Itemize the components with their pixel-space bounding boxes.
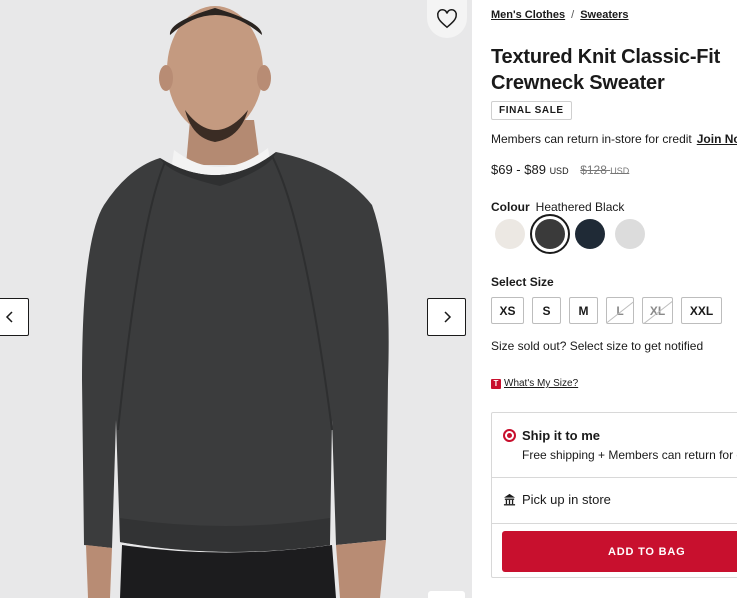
original-price: $128 USD (580, 163, 629, 177)
original-price-value: $128 (580, 163, 607, 177)
select-size-label: Select Size (491, 275, 554, 289)
store-icon (503, 493, 516, 506)
divider (492, 477, 737, 478)
colour-swatches (495, 214, 645, 254)
pickup-label: Pick up in store (522, 492, 611, 507)
next-image-button[interactable] (427, 298, 466, 336)
members-text: Members can return in-store for credit (491, 132, 692, 146)
swatch-navy[interactable] (575, 219, 605, 249)
swatch-light-grey[interactable] (615, 219, 645, 249)
whats-my-size-link[interactable]: What's My Size? (504, 378, 578, 389)
size-sold-out-note: Size sold out? Select size to get notifi… (491, 339, 704, 353)
ship-it-title: Ship it to me (522, 428, 600, 443)
size-xl-button[interactable]: XL (642, 297, 673, 324)
ship-radio-selected[interactable] (503, 429, 516, 442)
size-xs-button[interactable]: XS (491, 297, 524, 324)
product-image-gallery (0, 0, 472, 598)
size-xxl-button[interactable]: XXL (681, 297, 722, 324)
colour-label: Colour Heathered Black (491, 200, 624, 214)
original-price-currency: USD (610, 166, 630, 176)
heart-icon (437, 9, 457, 29)
fulfillment-options: Ship it to me Free shipping + Members ca… (491, 412, 737, 578)
product-details: Men's Clothes / Sweaters Textured Knit Cla… (491, 0, 737, 598)
members-return-note: Members can return in-store for credit Jo… (491, 132, 737, 146)
chevron-left-icon (5, 311, 13, 323)
price-currency: USD (549, 166, 569, 176)
final-sale-badge: FINAL SALE (491, 101, 572, 120)
ship-it-subtitle: Free shipping + Members can return for c (522, 448, 737, 462)
breadcrumb-separator: / (571, 9, 575, 21)
true-fit-icon: T (491, 378, 501, 389)
swatch-cream[interactable] (495, 219, 525, 249)
chevron-right-icon (443, 311, 451, 323)
size-s-button[interactable]: S (532, 297, 561, 324)
size-options: XS S M L XL XXL (491, 297, 722, 324)
breadcrumb-sweaters[interactable]: Sweaters (580, 9, 628, 21)
size-m-button[interactable]: M (569, 297, 598, 324)
colour-heading: Colour (491, 200, 530, 214)
product-photo (0, 0, 472, 598)
divider (492, 523, 737, 524)
price: $69 - $89 USD $128 USD (491, 162, 629, 177)
whats-my-size: T What's My Size? (491, 378, 578, 389)
selected-colour-name: Heathered Black (535, 200, 625, 214)
join-now-link[interactable]: Join No (697, 132, 737, 146)
gallery-thumbnail-edge[interactable] (428, 591, 465, 598)
product-title: Textured Knit Classic-Fit Crewneck Sweat… (491, 46, 721, 94)
pickup-in-store-option[interactable]: Pick up in store (503, 492, 611, 507)
add-to-bag-button[interactable]: ADD TO BAG (502, 531, 737, 572)
breadcrumb-mens-clothes[interactable]: Men's Clothes (491, 9, 565, 21)
price-range: $69 - $89 (491, 162, 546, 177)
breadcrumb: Men's Clothes / Sweaters (491, 9, 629, 21)
size-l-button[interactable]: L (606, 297, 634, 324)
swatch-heathered-black[interactable] (530, 214, 570, 254)
previous-image-button[interactable] (0, 298, 29, 336)
